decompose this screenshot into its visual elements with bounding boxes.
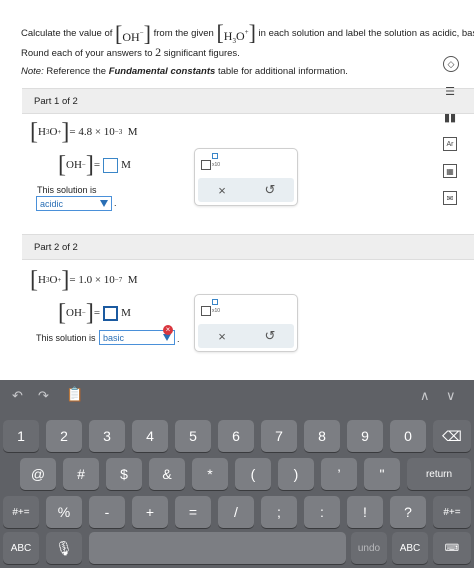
key-1[interactable]: 1: [3, 420, 39, 452]
undo-button[interactable]: ↺: [246, 324, 294, 348]
notes-icon[interactable]: ☰: [443, 84, 457, 98]
key-quote[interactable]: ": [364, 458, 400, 490]
key-8[interactable]: 8: [304, 420, 340, 452]
key-ampersand[interactable]: &: [149, 458, 185, 490]
x10-button[interactable]: [201, 306, 211, 316]
question-line-1: Calculate the value of [OH−] from the gi…: [21, 20, 474, 46]
part-2-solution-label: This solution is: [36, 333, 96, 343]
key-at[interactable]: @: [20, 458, 56, 490]
chevron-up-icon[interactable]: ∧: [420, 388, 430, 404]
part-2-toolbox: x10 × ↺: [194, 294, 298, 352]
redo-arrow-icon[interactable]: ↷: [38, 388, 49, 404]
key-percent[interactable]: %: [46, 496, 82, 528]
undo-key[interactable]: undo: [351, 532, 387, 564]
part-1-answer-row: [OH −] = M: [58, 152, 131, 178]
keyboard-hide-key[interactable]: ⌨: [433, 532, 471, 564]
backspace-icon: ⌫: [442, 427, 462, 444]
part-1-header: Part 1 of 2: [22, 88, 474, 114]
note-line: Note: Reference the Fundamental constant…: [21, 66, 348, 77]
side-toolbar: ◇ ☰ ▮▮ Ar ▦ ✉: [437, 0, 474, 380]
backspace-key[interactable]: ⌫: [433, 420, 471, 452]
undo-button[interactable]: ↺: [246, 178, 294, 202]
clipboard-icon[interactable]: 📋: [66, 386, 83, 403]
exponent-box-icon: [212, 299, 218, 305]
key-3[interactable]: 3: [89, 420, 125, 452]
period: .: [177, 334, 180, 344]
oh-expression: [OH−]: [115, 20, 151, 46]
key-apostrophe[interactable]: ’: [321, 458, 357, 490]
chevron-down-icon[interactable]: ∨: [446, 388, 456, 404]
part-1-given: [H 3 O +] = 4.8 × 10 −3 M: [30, 119, 138, 145]
part-2-oh-answer-input[interactable]: [103, 305, 119, 321]
clear-button[interactable]: ×: [198, 178, 246, 202]
key-exclamation[interactable]: !: [347, 496, 383, 528]
key-minus[interactable]: -: [89, 496, 125, 528]
key-0[interactable]: 0: [390, 420, 426, 452]
keyboard-icon: ⌨: [444, 542, 460, 554]
calculator-icon[interactable]: ▦: [443, 164, 457, 178]
clear-button[interactable]: ×: [198, 324, 246, 348]
chevron-down-icon: [100, 200, 108, 207]
undo-arrow-icon[interactable]: ↶: [12, 388, 23, 404]
key-7[interactable]: 7: [261, 420, 297, 452]
abc-key[interactable]: ABC: [3, 532, 39, 564]
shift-symbols-key-right[interactable]: #+=: [433, 496, 471, 528]
periodic-table-icon[interactable]: Ar: [443, 137, 457, 151]
question-page: Calculate the value of [OH−] from the gi…: [0, 0, 474, 380]
key-5[interactable]: 5: [175, 420, 211, 452]
key-close-paren[interactable]: ): [278, 458, 314, 490]
part-1-toolbox: x10 × ↺: [194, 148, 298, 206]
onscreen-keyboard: ↶ ↷ 📋 ∧ ∨ 1 2 3 4 5 6 7 8 9 0 ⌫ @ # $ & …: [0, 380, 474, 568]
microphone-icon: 🎙: [55, 539, 73, 556]
h3o-expression: [H3O+]: [216, 20, 256, 46]
key-6[interactable]: 6: [218, 420, 254, 452]
abc-key-right[interactable]: ABC: [392, 532, 428, 564]
part-2-given: [H 3 O +] = 1.0 × 10 −7 M: [30, 267, 138, 293]
part-1-oh-answer-input[interactable]: [103, 157, 119, 173]
part-2-header: Part 2 of 2: [22, 234, 474, 260]
period: .: [114, 198, 117, 208]
exponent-box-icon: [212, 153, 218, 159]
part-1-solution-label: This solution is: [37, 185, 97, 195]
part-2-answer-row: [OH −] = M: [58, 300, 131, 326]
chart-icon[interactable]: ▮▮: [443, 110, 457, 124]
hint-icon[interactable]: ◇: [443, 56, 459, 72]
key-colon[interactable]: :: [304, 496, 340, 528]
x10-button[interactable]: [201, 160, 211, 170]
key-equals[interactable]: =: [175, 496, 211, 528]
key-asterisk[interactable]: *: [192, 458, 228, 490]
mail-icon[interactable]: ✉: [443, 191, 457, 205]
key-open-paren[interactable]: (: [235, 458, 271, 490]
calc-text: Calculate the value of: [21, 28, 113, 39]
key-dollar[interactable]: $: [106, 458, 142, 490]
key-9[interactable]: 9: [347, 420, 383, 452]
shift-symbols-key[interactable]: #+=: [3, 496, 39, 528]
chevron-down-icon: [163, 334, 171, 341]
error-icon: ×: [163, 325, 173, 335]
key-plus[interactable]: +: [132, 496, 168, 528]
dictation-key[interactable]: 🎙: [46, 532, 82, 564]
question-line-2: Round each of your answers to 2 signific…: [21, 45, 240, 59]
key-2[interactable]: 2: [46, 420, 82, 452]
key-slash[interactable]: /: [218, 496, 254, 528]
return-key[interactable]: return: [407, 458, 471, 490]
from-given-text: from the given: [153, 28, 214, 39]
key-semicolon[interactable]: ;: [261, 496, 297, 528]
space-key[interactable]: [89, 532, 346, 564]
key-hash[interactable]: #: [63, 458, 99, 490]
key-4[interactable]: 4: [132, 420, 168, 452]
part-1-solution-select[interactable]: acidic: [36, 196, 112, 211]
key-question[interactable]: ?: [390, 496, 426, 528]
